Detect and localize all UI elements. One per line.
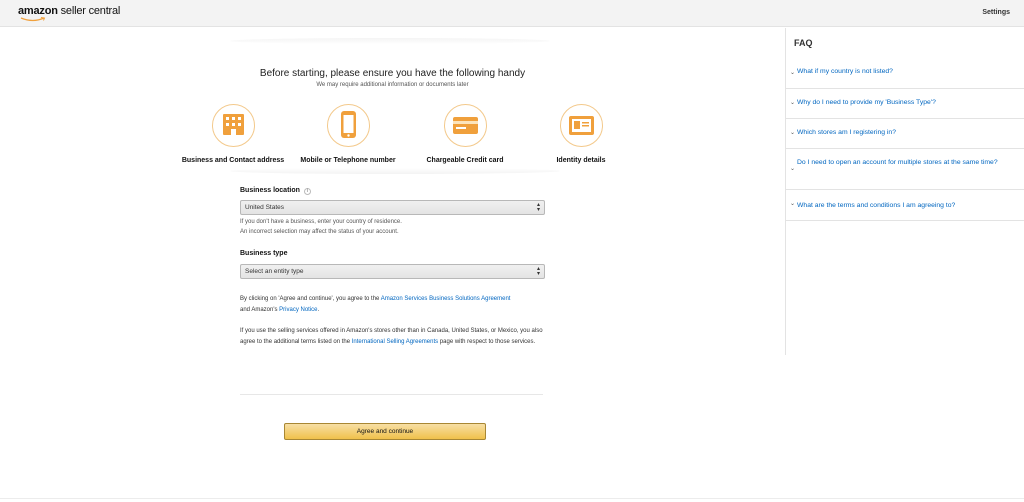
business-type-label: Business type (240, 250, 288, 257)
faq-question: What are the terms and conditions I am a… (797, 202, 956, 209)
top-bar: amazon seller central Settings (0, 0, 1024, 27)
section-shadow-divider (230, 168, 560, 174)
business-location-select[interactable]: United States ▴ ▾ (240, 200, 545, 215)
international-selling-agreements-link[interactable]: International Selling Agreements (352, 339, 438, 345)
faq-question: Do I need to open an account for multipl… (797, 159, 998, 166)
chevron-down-icon: ⌄ (790, 100, 796, 106)
requirement-label: Identity details (556, 157, 606, 164)
agreement-paragraph-1: By clicking on 'Agree and continue', you… (240, 294, 550, 315)
requirement-business-address: Business and Contact address (168, 104, 298, 164)
id-card-icon (559, 104, 603, 147)
agreement-text: page with respect to those services. (438, 338, 536, 345)
logo-amazon-text: amazon (18, 5, 58, 17)
select-arrows-icon: ▴ ▾ (536, 266, 540, 277)
top-shadow-divider (230, 38, 550, 44)
form-divider (240, 394, 543, 395)
chevron-down-icon: ⌄ (790, 201, 796, 207)
logo-seller-central-text: seller central (57, 5, 121, 17)
faq-item-which-stores[interactable]: ⌄ Which stores am I registering in? (786, 119, 1024, 149)
business-location-help-2: An incorrect selection may affect the st… (240, 229, 399, 235)
page-subline: We may require additional information or… (316, 82, 469, 88)
chevron-down-icon: ⌄ (790, 166, 796, 172)
agree-and-continue-button[interactable]: Agree and continue (284, 423, 486, 440)
credit-card-icon (443, 104, 487, 147)
chevron-down-icon: ⌄ (790, 130, 796, 136)
faq-item-terms[interactable]: ⌄ What are the terms and conditions I am… (786, 190, 1024, 221)
main-content: Before starting, please ensure you have … (0, 28, 785, 502)
business-location-label-text: Business location (240, 187, 300, 194)
agreement-text: By clicking on 'Agree and continue', you… (240, 296, 381, 302)
privacy-notice-link[interactable]: Privacy Notice (279, 307, 317, 313)
chevron-down-icon: ⌄ (790, 70, 796, 76)
requirement-identity: Identity details (516, 104, 646, 164)
mobile-phone-icon (326, 104, 370, 147)
agreement-text: . (317, 306, 320, 313)
building-icon (211, 104, 255, 147)
info-icon[interactable]: i (303, 188, 311, 195)
business-location-value: United States (245, 204, 285, 211)
footer-divider (0, 498, 1024, 499)
agreement-paragraph-2: If you use the selling services offered … (240, 326, 550, 347)
requirement-label: Chargeable Credit card (426, 157, 504, 164)
amazon-smile-icon (20, 17, 46, 22)
business-type-value: Select an entity type (245, 268, 304, 275)
business-location-help-1: If you don't have a business, enter your… (240, 219, 402, 225)
settings-link[interactable]: Settings (982, 9, 1010, 16)
faq-sidebar: FAQ ⌄ What if my country is not listed? … (785, 28, 1024, 355)
faq-item-business-type[interactable]: ⌄ Why do I need to provide my 'Business … (786, 89, 1024, 119)
business-solutions-agreement-link[interactable]: Amazon Services Business Solutions Agree… (381, 296, 511, 302)
requirement-label: Mobile or Telephone number (300, 157, 396, 164)
requirement-credit-card: Chargeable Credit card (400, 104, 530, 164)
faq-title: FAQ (794, 38, 813, 48)
faq-question: What if my country is not listed? (797, 68, 893, 75)
business-type-select[interactable]: Select an entity type ▴ ▾ (240, 264, 545, 279)
select-arrows-icon: ▴ ▾ (536, 202, 540, 213)
agreement-text: and Amazon's (240, 306, 280, 313)
faq-item-country-not-listed[interactable]: ⌄ What if my country is not listed? (786, 58, 1024, 89)
faq-question: Why do I need to provide my 'Business Ty… (797, 99, 936, 106)
business-location-label: Business location i (240, 187, 311, 195)
amazon-seller-central-logo[interactable]: amazon seller central (18, 5, 120, 17)
faq-question: Which stores am I registering in? (797, 129, 896, 136)
page-headline: Before starting, please ensure you have … (259, 68, 526, 79)
requirement-phone: Mobile or Telephone number (283, 104, 413, 164)
requirement-label: Business and Contact address (181, 157, 285, 164)
faq-item-multiple-stores[interactable]: ⌄ Do I need to open an account for multi… (786, 149, 1024, 190)
